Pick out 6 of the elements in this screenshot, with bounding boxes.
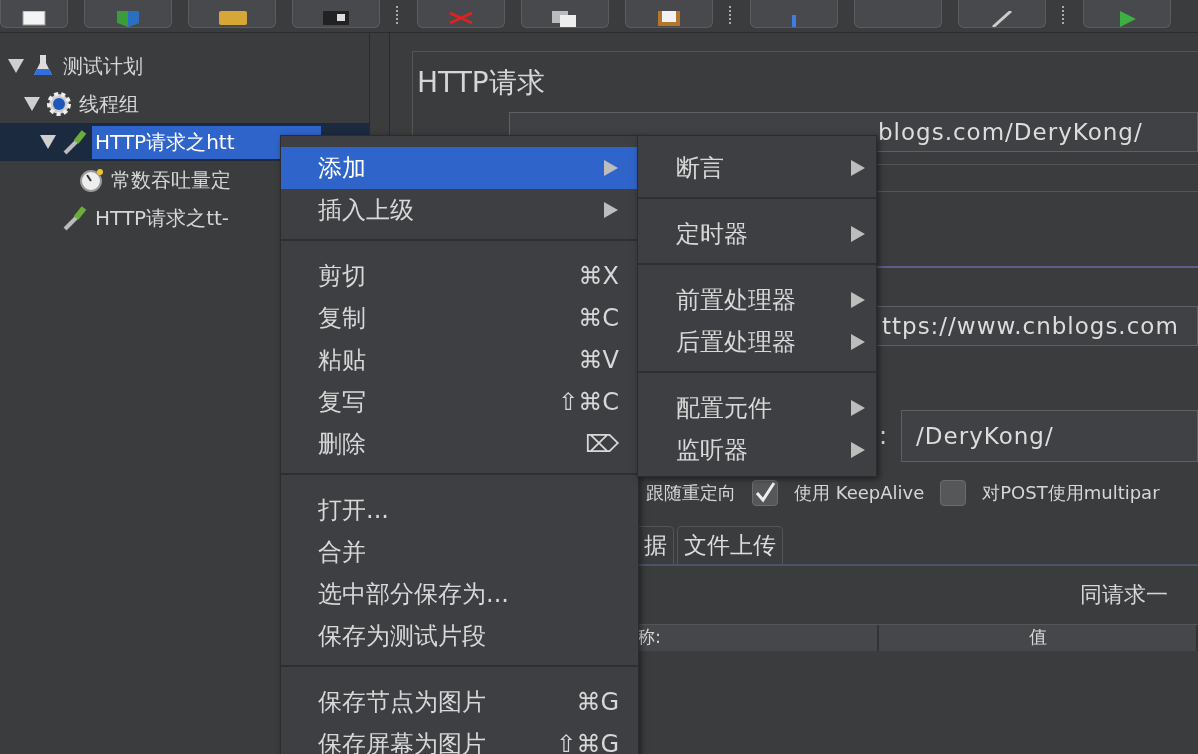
field-label: : <box>879 422 888 450</box>
table-caption: 同请求一 <box>1080 581 1169 609</box>
checkbox-label: 使用 KeepAlive <box>794 481 925 505</box>
checkbox-label: 对POST使用multipar <box>982 481 1160 505</box>
checkbox-label: 跟随重定向 <box>646 481 736 505</box>
panel-title: HTTP请求 <box>416 65 546 101</box>
